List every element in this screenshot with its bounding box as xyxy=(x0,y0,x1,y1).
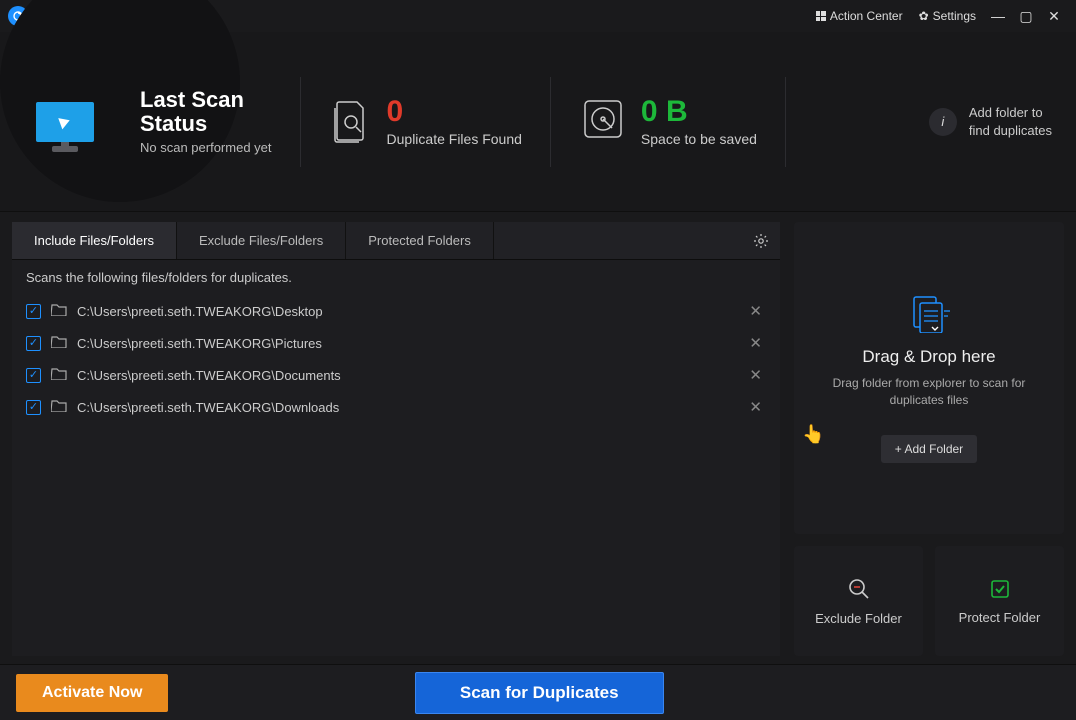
action-center-button[interactable]: Action Center xyxy=(816,9,903,23)
tab-exclude[interactable]: Exclude Files/Folders xyxy=(177,222,346,259)
folder-list: C:\Users\preeti.seth.TWEAKORG\Desktop ✕ … xyxy=(12,295,780,656)
scan-button[interactable]: Scan for Duplicates xyxy=(415,672,664,714)
row-path: C:\Users\preeti.seth.TWEAKORG\Pictures xyxy=(77,336,745,351)
document-search-icon xyxy=(329,96,373,148)
footer: Activate Now Scan for Duplicates xyxy=(0,664,1076,720)
duplicate-count-stat: 0 Duplicate Files Found xyxy=(329,96,522,148)
action-center-label: Action Center xyxy=(830,9,903,23)
gear-icon xyxy=(753,233,769,249)
search-minus-icon xyxy=(847,577,871,601)
documents-icon xyxy=(906,293,952,333)
row-path: C:\Users\preeti.seth.TWEAKORG\Documents xyxy=(77,368,745,383)
list-item: C:\Users\preeti.seth.TWEAKORG\Documents … xyxy=(12,359,780,391)
activate-button[interactable]: Activate Now xyxy=(16,674,168,712)
exclude-folder-card[interactable]: Exclude Folder xyxy=(794,546,923,656)
row-checkbox[interactable] xyxy=(26,400,41,415)
space-stat: 0 B Space to be saved xyxy=(579,95,757,148)
settings-button[interactable]: ✿ Settings xyxy=(919,9,976,23)
row-path: C:\Users\preeti.seth.TWEAKORG\Desktop xyxy=(77,304,745,319)
list-description: Scans the following files/folders for du… xyxy=(12,260,780,295)
row-remove-button[interactable]: ✕ xyxy=(745,398,766,416)
last-scan-sub: No scan performed yet xyxy=(140,140,272,155)
protect-folder-card[interactable]: Protect Folder xyxy=(935,546,1064,656)
tab-include[interactable]: Include Files/Folders xyxy=(12,222,177,259)
tabs: Include Files/Folders Exclude Files/Fold… xyxy=(12,222,780,260)
add-folder-button[interactable]: + Add Folder xyxy=(881,435,977,463)
tab-settings-button[interactable] xyxy=(742,222,780,259)
duplicate-count-label: Duplicate Files Found xyxy=(387,131,522,147)
row-path: C:\Users\preeti.seth.TWEAKORG\Downloads xyxy=(77,400,745,415)
list-item: C:\Users\preeti.seth.TWEAKORG\Downloads … xyxy=(12,391,780,423)
header: Last ScanStatus No scan performed yet 0 … xyxy=(0,32,1076,212)
row-remove-button[interactable]: ✕ xyxy=(745,302,766,320)
duplicate-count-value: 0 xyxy=(387,97,522,127)
maximize-button[interactable]: ▢ xyxy=(1012,8,1040,25)
minimize-button[interactable]: — xyxy=(984,8,1012,24)
space-value: 0 B xyxy=(641,97,757,127)
folder-icon xyxy=(51,399,67,415)
drop-sub: Drag folder from explorer to scan for du… xyxy=(814,375,1044,409)
list-item: C:\Users\preeti.seth.TWEAKORG\Pictures ✕ xyxy=(12,327,780,359)
info-icon: i xyxy=(929,108,957,136)
shield-check-icon xyxy=(989,578,1011,600)
row-checkbox[interactable] xyxy=(26,304,41,319)
add-folder-cta-text: Add folder tofind duplicates xyxy=(969,104,1052,139)
folder-icon xyxy=(51,303,67,319)
row-checkbox[interactable] xyxy=(26,336,41,351)
settings-label: Settings xyxy=(933,9,976,23)
drop-zone[interactable]: Drag & Drop here Drag folder from explor… xyxy=(794,222,1064,534)
monitor-icon xyxy=(36,102,94,142)
add-folder-cta[interactable]: i Add folder tofind duplicates xyxy=(929,104,1052,139)
space-label: Space to be saved xyxy=(641,131,757,147)
grid-icon xyxy=(816,11,826,21)
tab-protected[interactable]: Protected Folders xyxy=(346,222,494,259)
drop-title: Drag & Drop here xyxy=(862,347,995,367)
list-item: C:\Users\preeti.seth.TWEAKORG\Desktop ✕ xyxy=(12,295,780,327)
folder-icon xyxy=(51,367,67,383)
exclude-folder-label: Exclude Folder xyxy=(815,611,902,626)
protect-folder-label: Protect Folder xyxy=(959,610,1041,625)
hdd-icon xyxy=(579,95,627,148)
folder-icon xyxy=(51,335,67,351)
row-remove-button[interactable]: ✕ xyxy=(745,334,766,352)
row-remove-button[interactable]: ✕ xyxy=(745,366,766,384)
last-scan-title: Last ScanStatus xyxy=(140,88,272,136)
gear-icon: ✿ xyxy=(919,9,929,23)
close-button[interactable]: ✕ xyxy=(1040,8,1068,25)
row-checkbox[interactable] xyxy=(26,368,41,383)
